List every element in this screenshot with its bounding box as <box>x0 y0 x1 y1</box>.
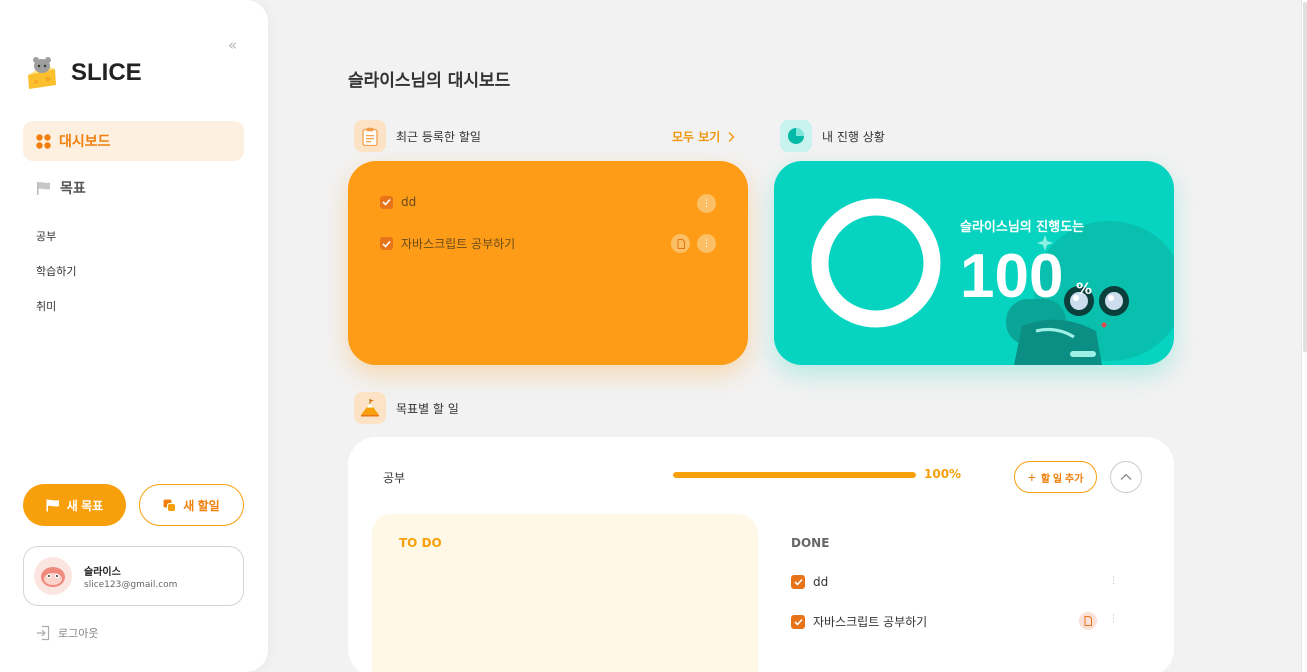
recent-task-item[interactable]: 자바스크립트 공부하기 <box>380 235 515 252</box>
progress-unit: % <box>1076 279 1093 298</box>
sidebar-goal-study[interactable]: 공부 <box>36 228 56 244</box>
goal-progress-fill <box>673 472 916 478</box>
sidebar: « SLICE 대시보드 목표 공부 학습하기 취미 새 목표 새 할일 슬라이… <box>0 0 268 672</box>
progress-label: 슬라이스님의 진행도는 <box>960 220 1085 235</box>
nav-item-label: 대시보드 <box>59 134 111 150</box>
chevron-right-icon <box>728 131 735 142</box>
more-options-icon[interactable]: ⋮ <box>697 234 716 253</box>
cheese-mascot-icon <box>28 57 56 89</box>
task-label: 자바스크립트 공부하기 <box>401 237 516 251</box>
new-task-label: 새 할일 <box>183 498 220 513</box>
page-title: 슬라이스님의 대시보드 <box>348 71 511 91</box>
more-options-icon[interactable]: ⋮ <box>1109 614 1118 624</box>
user-profile-card[interactable]: 슬라이스 slice123@gmail.com <box>23 546 244 606</box>
task-label: 자바스크립트 공부하기 <box>813 615 928 629</box>
new-task-button[interactable]: 새 할일 <box>139 484 244 526</box>
sidebar-goal-learning[interactable]: 학습하기 <box>36 263 76 279</box>
more-options-icon[interactable]: ⋮ <box>697 194 716 213</box>
goal-progress-bar <box>673 472 916 478</box>
done-task-item[interactable]: dd <box>791 575 828 589</box>
task-label: dd <box>401 195 417 209</box>
avatar <box>34 557 72 595</box>
user-name: 슬라이스 <box>84 566 121 578</box>
see-all-label: 모두 보기 <box>672 130 721 144</box>
scrollbar-thumb[interactable] <box>1303 2 1307 352</box>
recent-tasks-title: 최근 등록한 할일 <box>396 129 481 144</box>
recent-task-item[interactable]: dd <box>380 195 416 209</box>
todo-title: TO DO <box>399 536 442 550</box>
goal-card: 공부 100% + 할 일 추가 TO DO DONE dd ⋮ 자바스크립트 … <box>348 437 1174 672</box>
dashboard-grid-icon <box>36 133 51 149</box>
collapse-goal-button[interactable] <box>1110 461 1142 493</box>
flag-icon <box>36 181 52 196</box>
done-task-item[interactable]: 자바스크립트 공부하기 <box>791 613 927 630</box>
nav-item-label: 목표 <box>60 181 86 197</box>
progress-title: 내 진행 상황 <box>822 129 885 144</box>
plus-icon: + <box>1027 469 1036 485</box>
checkbox-checked-icon[interactable] <box>380 237 393 250</box>
progress-card: 슬라이스님의 진행도는 100 % <box>774 161 1174 365</box>
flag-icon <box>46 499 60 512</box>
todo-column: TO DO <box>372 514 758 672</box>
task-label: dd <box>813 575 829 589</box>
user-email: slice123@gmail.com <box>84 579 178 590</box>
more-options-icon[interactable]: ⋮ <box>1109 576 1118 586</box>
logout-button[interactable]: 로그아웃 <box>36 625 98 641</box>
recent-tasks-header: 최근 등록한 할일 <box>354 120 481 152</box>
chevron-up-icon <box>1120 473 1132 480</box>
goal-tasks-title: 목표별 할 일 <box>396 401 459 416</box>
checkbox-checked-icon[interactable] <box>380 195 393 209</box>
recent-tasks-card: dd ⋮ 자바스크립트 공부하기 ⋮ <box>348 161 748 365</box>
logout-label: 로그아웃 <box>58 627 99 640</box>
new-goal-label: 새 목표 <box>66 498 104 513</box>
see-all-link[interactable]: 모두 보기 <box>672 128 736 145</box>
copy-squares-icon <box>163 499 177 512</box>
app-name: SLICE <box>71 59 142 86</box>
sidebar-goal-hobby[interactable]: 취미 <box>36 298 56 314</box>
mountain-flag-icon <box>354 392 386 424</box>
goal-progress-percent: 100% <box>924 467 962 481</box>
checkbox-checked-icon[interactable] <box>791 575 805 589</box>
done-title: DONE <box>791 536 830 550</box>
page-scrollbar[interactable] <box>1301 0 1307 672</box>
new-goal-button[interactable]: 새 목표 <box>23 484 126 526</box>
logo[interactable]: SLICE <box>25 55 142 91</box>
pie-chart-icon <box>780 120 812 152</box>
nav-item-dashboard[interactable]: 대시보드 <box>23 121 244 161</box>
progress-header: 내 진행 상황 <box>780 120 885 152</box>
nav-item-goals[interactable]: 목표 <box>23 168 244 208</box>
checkbox-checked-icon[interactable] <box>791 614 805 629</box>
goal-name[interactable]: 공부 <box>383 469 405 486</box>
collapse-sidebar-button[interactable]: « <box>228 36 237 54</box>
clipboard-icon <box>354 120 386 152</box>
add-task-button[interactable]: + 할 일 추가 <box>1014 461 1097 493</box>
add-task-label: 할 일 추가 <box>1040 473 1084 485</box>
goal-tasks-header: 목표별 할 일 <box>354 392 459 424</box>
progress-value: 100 <box>960 242 1064 311</box>
logout-icon <box>36 625 50 641</box>
memo-icon[interactable] <box>671 234 690 253</box>
memo-icon[interactable] <box>1079 612 1097 630</box>
